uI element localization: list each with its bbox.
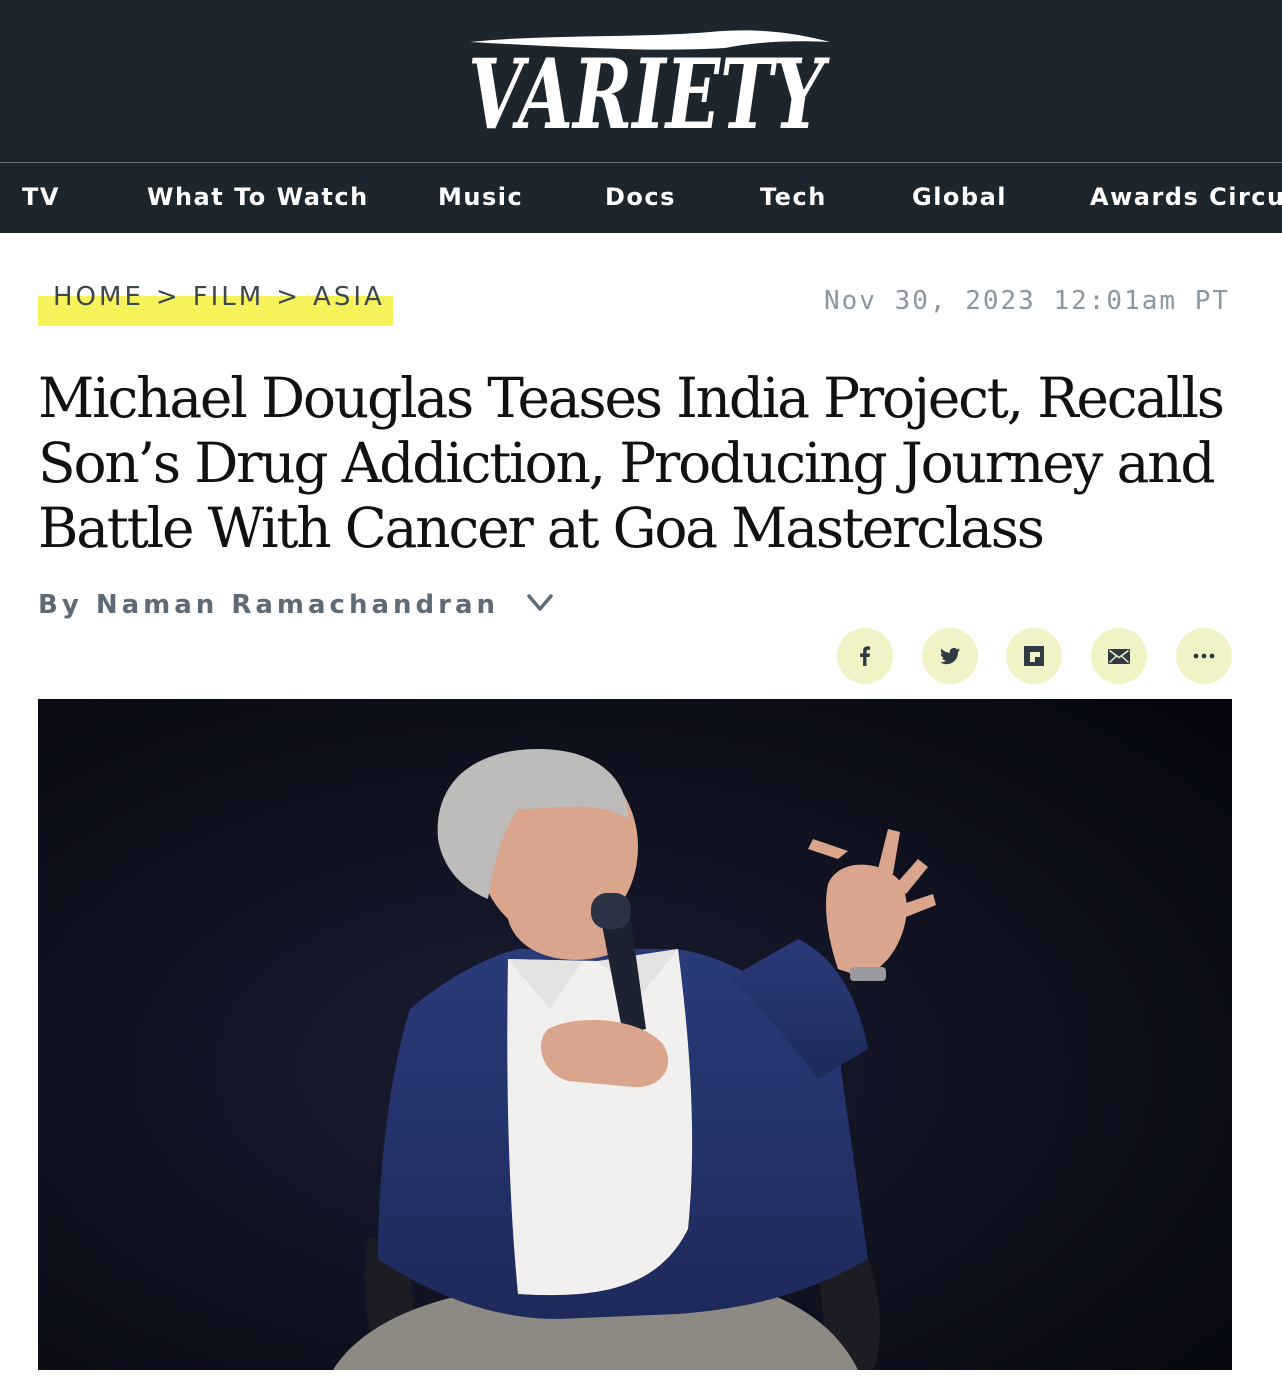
twitter-icon [940, 647, 960, 665]
flipboard-icon [1024, 646, 1044, 666]
nav-item-global[interactable]: Global [912, 163, 1007, 233]
facebook-icon [860, 646, 871, 666]
breadcrumb-trail: HOME > FILM > ASIA [53, 282, 385, 312]
nav-item-tv[interactable]: TV [22, 163, 60, 233]
breadcrumb-asia[interactable]: ASIA [313, 282, 385, 312]
more-icon [1193, 653, 1215, 659]
share-twitter-button[interactable] [922, 628, 978, 684]
hero-photo-illustration [38, 699, 1232, 1370]
nav-item-docs[interactable]: Docs [605, 163, 676, 233]
breadcrumb-film[interactable]: FILM [193, 282, 265, 312]
article-hero-image [38, 699, 1232, 1370]
nav-item-music[interactable]: Music [438, 163, 523, 233]
share-more-button[interactable] [1176, 628, 1232, 684]
nav-item-what-to-watch[interactable]: What To Watch [147, 163, 369, 233]
article-headline: Michael Douglas Teases India Project, Re… [38, 366, 1225, 560]
breadcrumb-separator: > [276, 282, 302, 312]
main-nav: TV What To Watch Music Docs Tech Global … [0, 162, 1282, 233]
variety-logo-wordmark: VARIETY [468, 30, 830, 140]
publish-date: Nov 30, 2023 12:01am PT [823, 286, 1230, 316]
logo-text: VARIETY [468, 38, 830, 140]
breadcrumb-separator: > [155, 282, 181, 312]
nav-item-tech[interactable]: Tech [760, 163, 827, 233]
byline: By Naman Ramachandran [38, 590, 554, 620]
share-facebook-button[interactable] [837, 628, 893, 684]
author-name[interactable]: Naman Ramachandran [96, 590, 499, 620]
breadcrumb-home[interactable]: HOME [53, 282, 144, 312]
chevron-down-icon[interactable] [526, 593, 554, 613]
email-icon [1108, 649, 1130, 664]
share-flipboard-button[interactable] [1006, 628, 1062, 684]
byline-prefix: By [38, 590, 83, 620]
breadcrumb: HOME > FILM > ASIA [38, 282, 393, 326]
nav-item-awards-circuit[interactable]: Awards Circuit [1090, 163, 1282, 233]
masthead: VARIETY [0, 0, 1282, 162]
share-email-button[interactable] [1091, 628, 1147, 684]
